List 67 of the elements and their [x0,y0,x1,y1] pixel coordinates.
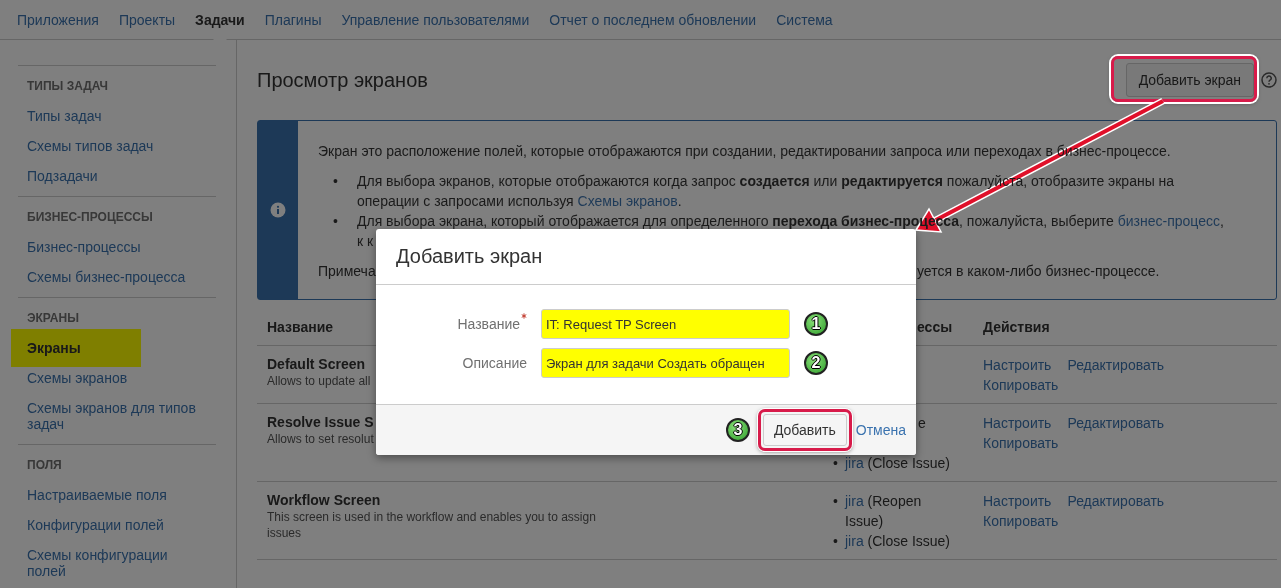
screen-description: This screen is used in the workflow and enables you to assign issues [267,509,597,541]
sidebar-item[interactable]: Схемы конфигурации полей [18,540,216,586]
sidebar-heading: БИЗНЕС-ПРОЦЕССЫ [26,209,154,226]
nav-tab[interactable]: Управление пользователями [331,0,540,39]
field-label: Название [457,316,520,332]
action-link[interactable]: Настроить [983,491,1052,511]
sidebar-item[interactable]: Схемы бизнес-процесса [18,262,195,292]
workflow-link[interactable]: jira [845,493,864,509]
nav-tab[interactable]: Проекты [108,0,186,39]
action-link[interactable]: Копировать [983,511,1059,531]
text-field[interactable]: IT: Request TP Screen [541,309,790,339]
sidebar-item[interactable]: Схемы экранов для типов задач [18,393,216,439]
sidebar-item[interactable]: Экраны [11,329,141,367]
action-link[interactable]: Редактировать [1067,491,1165,511]
help-icon[interactable] [1261,72,1277,88]
workflow-item: jira (Reopen Issue) [845,492,923,531]
info-icon [270,202,286,218]
sidebar-item[interactable]: Типы задач [18,101,111,131]
workflow-item: jira (Close Issue) [845,532,951,551]
step-badge: 1 [804,312,828,336]
cancel-link[interactable]: Отмена [855,422,906,438]
dialog-title: Добавить экран [396,245,543,268]
sidebar-item[interactable]: Бизнес-процессы [18,232,150,262]
link[interactable]: Схемы экранов [577,193,678,209]
action-link[interactable]: Копировать [983,433,1059,453]
sidebar-item[interactable]: Подзадачи [18,161,107,191]
screen-description: Allows to update all [267,373,372,389]
action-link[interactable]: Редактировать [1067,355,1165,375]
bullet-marker: • [833,492,839,511]
column-header: Название [267,319,334,335]
column-header: Действия [983,319,1050,335]
nav-tab[interactable]: Задачи [185,0,255,39]
submit-button[interactable]: Добавить [762,414,847,446]
sidebar-heading: ПОЛЯ [26,457,63,474]
step-badge: 3 [725,418,750,442]
workflow-link[interactable]: jira [845,533,864,549]
action-link[interactable]: Настроить [983,413,1052,433]
table-cell-text: e [918,414,926,433]
screen-name: Resolve Issue S [267,413,374,431]
bullet-marker: • [833,454,839,473]
sidebar-heading: ЭКРАНЫ [26,310,80,327]
workflow-link[interactable]: jira [845,455,864,471]
workflow-item: jira (Close Issue) [845,454,951,473]
bullet-marker: • [333,212,339,231]
add-screen-button[interactable]: Добавить экран [1125,63,1254,97]
field-label: Описание [462,355,527,371]
sidebar-heading: ТИПЫ ЗАДАЧ [26,78,110,95]
action-link[interactable]: Настроить [983,355,1052,375]
screen-name: Default Screen [267,355,366,373]
column-header: ессы [917,319,953,335]
sidebar-item[interactable]: Схемы типов задач [18,131,163,161]
action-link[interactable]: Копировать [983,375,1059,395]
nav-tab[interactable]: Отчет о последнем обновлении [539,0,767,39]
nav-tab[interactable]: Приложения [7,0,109,39]
step-badge: 2 [804,351,828,375]
nav-tab[interactable]: Плагины [254,0,332,39]
nav-tab[interactable]: Система [766,0,843,39]
text-field[interactable]: Экран для задачи Создать обращен [541,348,790,378]
screen-description: Allows to set resolut [267,431,375,447]
screen-name: Workflow Screen [267,491,381,509]
link[interactable]: бизнес-процесс [1117,213,1220,229]
sidebar-item[interactable]: Конфигурации полей [18,510,173,540]
sidebar-item[interactable]: Настраиваемые поля [18,480,176,510]
bullet-marker: • [333,172,339,191]
page-title: Просмотр экранов [257,68,428,92]
action-link[interactable]: Редактировать [1067,413,1165,433]
bullet-marker: • [833,532,839,551]
